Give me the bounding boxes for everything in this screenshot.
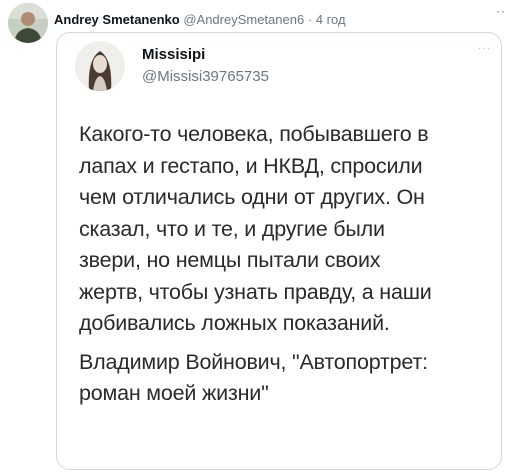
citation-line: Владимир Войнович, "Автопортрет:	[79, 349, 428, 374]
citation-line: роман моей жизни"	[79, 381, 269, 405]
ellipsis-icon[interactable]: ··	[496, 4, 506, 18]
tweet-text-line: чем отличались одни от других. Он	[79, 185, 425, 209]
tweet-text-line: звери, но немцы пытали своих	[79, 248, 381, 272]
quoted-author-avatar[interactable]	[75, 41, 125, 91]
tweet-text-line: сказал, что и те, и другие были	[79, 216, 385, 241]
outer-author-name[interactable]: Andrey Smetanenko	[54, 12, 180, 27]
tweet-text-line: добивались ложных показаний.	[79, 311, 390, 335]
tweet-text-line: лапах и гестапо, и НКВД, спросили	[79, 153, 423, 178]
tweet-text-line: жертв, чтобы узнать правду, а наши	[79, 279, 432, 304]
quoted-tweet-text: Какого-то человека, побывавшего в лапах …	[79, 119, 499, 410]
quoted-author-handle[interactable]: @Missisi39765735	[142, 68, 269, 85]
outer-tweet-header: Andrey Smetanenko @AndreySmetanen6 · 4 г…	[54, 12, 346, 27]
outer-author-avatar[interactable]	[8, 3, 48, 43]
outer-author-meta[interactable]: @AndreySmetanen6 · 4 год	[183, 12, 345, 27]
quoted-tweet-card[interactable]: Missisipi @Missisi39765735 ··· Какого-то…	[56, 32, 502, 470]
tweet-text-line: Какого-то человека, побывавшего в	[79, 122, 429, 146]
quoted-author-name[interactable]: Missisipi	[142, 46, 205, 63]
ellipsis-icon[interactable]: ···	[478, 43, 491, 54]
